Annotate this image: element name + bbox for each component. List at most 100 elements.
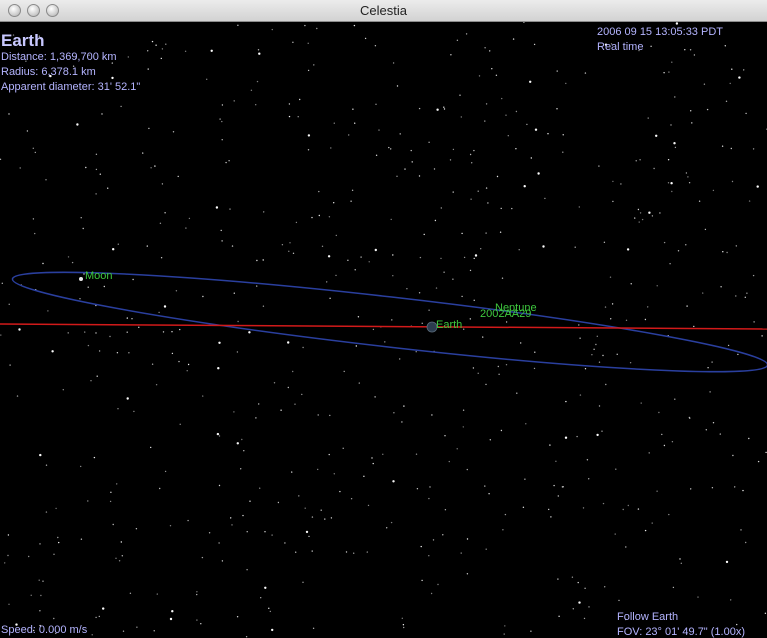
star: [335, 234, 337, 237]
star: [305, 530, 309, 534]
star: [393, 412, 395, 414]
star: [178, 360, 180, 363]
star: [386, 527, 388, 529]
earth-label[interactable]: Earth: [436, 319, 462, 331]
star: [572, 608, 574, 610]
star: [80, 538, 83, 540]
star: [502, 529, 504, 531]
star: [121, 555, 124, 557]
star: [462, 409, 465, 411]
star: [656, 285, 658, 287]
star: [95, 153, 98, 155]
star: [287, 386, 289, 389]
star: [452, 191, 454, 193]
star: [466, 573, 469, 575]
star: [500, 207, 502, 210]
star: [216, 432, 220, 436]
star: [404, 168, 406, 170]
star: [473, 149, 475, 152]
star: [122, 630, 125, 632]
star: [264, 586, 267, 589]
star: [158, 311, 160, 314]
star: [565, 82, 567, 85]
star: [670, 124, 672, 126]
star: [269, 610, 271, 613]
space-viewport[interactable]: Moon Earth Neptune 2002AA29 Earth Distan…: [0, 22, 767, 638]
star: [443, 106, 445, 108]
star: [466, 538, 469, 540]
star: [516, 392, 518, 394]
star: [564, 436, 568, 439]
star: [593, 348, 595, 350]
star: [343, 370, 345, 373]
star: [602, 502, 605, 505]
star: [690, 488, 692, 490]
star: [292, 370, 294, 373]
time-panel: 2006 09 15 13:05:33 PDT Real time: [597, 25, 723, 55]
star: [549, 444, 551, 446]
star: [744, 296, 746, 298]
star: [761, 335, 763, 337]
star: [465, 33, 468, 35]
time-mode-readout: Real time: [597, 41, 644, 53]
star: [55, 507, 57, 510]
moon-marker[interactable]: [79, 277, 83, 281]
star: [382, 453, 384, 455]
star: [345, 551, 348, 553]
star: [477, 372, 479, 374]
star: [91, 634, 93, 636]
starfield-canvas[interactable]: Moon Earth Neptune 2002AA29: [0, 22, 767, 638]
star: [132, 278, 134, 281]
star: [388, 146, 390, 149]
star: [328, 216, 331, 218]
star: [410, 149, 412, 152]
star: [485, 103, 488, 105]
star: [218, 341, 221, 344]
star: [281, 244, 284, 246]
star: [169, 617, 173, 621]
asteroid-label[interactable]: 2002AA29: [480, 308, 531, 320]
star: [473, 299, 475, 301]
star: [164, 212, 166, 214]
star: [307, 42, 309, 44]
star: [233, 411, 235, 413]
star: [277, 501, 280, 504]
star: [520, 342, 522, 344]
star: [177, 175, 179, 178]
star: [34, 232, 36, 235]
star: [151, 40, 154, 43]
star: [311, 550, 313, 552]
star: [219, 118, 221, 120]
star: [423, 233, 425, 236]
star: [456, 448, 458, 450]
star: [215, 206, 219, 209]
star: [99, 173, 102, 175]
star: [318, 190, 320, 193]
star: [730, 147, 732, 150]
star: [584, 368, 587, 370]
star: [504, 513, 507, 516]
star: [558, 615, 560, 617]
star: [420, 545, 422, 548]
star: [578, 206, 580, 208]
star: [452, 148, 455, 151]
star: [374, 248, 377, 252]
window-titlebar[interactable]: Celestia: [0, 0, 767, 22]
star: [626, 248, 630, 251]
star: [432, 539, 435, 541]
star: [233, 100, 235, 102]
star: [118, 560, 121, 562]
star: [471, 162, 473, 164]
star: [273, 382, 276, 384]
star: [364, 37, 367, 40]
star: [230, 517, 232, 519]
star: [507, 135, 509, 137]
star: [505, 114, 507, 116]
star: [133, 410, 135, 413]
star: [500, 429, 503, 432]
starfield: [0, 22, 767, 638]
star: [326, 281, 328, 283]
moon-label[interactable]: Moon: [85, 270, 113, 282]
star: [333, 473, 335, 475]
radius-readout: Radius: 6,378.1 km: [1, 66, 96, 78]
